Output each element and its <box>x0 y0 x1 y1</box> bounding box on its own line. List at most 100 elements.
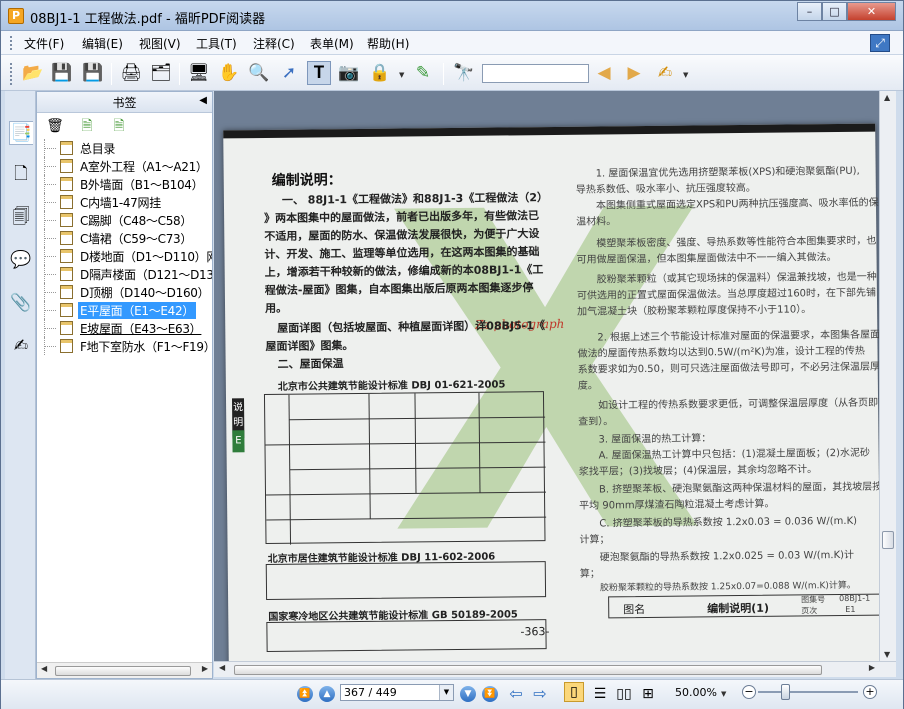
scroll-left-icon[interactable]: ◀ <box>219 663 225 672</box>
scroll-right-icon[interactable]: ▶ <box>869 663 875 672</box>
last-page-icon[interactable]: ⏬ <box>482 686 498 702</box>
sign-icon[interactable]: ✎ <box>411 61 435 85</box>
zoom-tool-icon[interactable]: 🔍 <box>247 61 271 85</box>
open-icon[interactable]: 📂 <box>21 61 45 85</box>
forward-view-icon[interactable]: ⇨ <box>528 682 552 706</box>
tree-line <box>44 175 56 193</box>
single-page-icon[interactable]: ▯ <box>564 682 584 702</box>
bookmark-label: E坡屋面（E43～E63） <box>80 322 202 336</box>
page-number-input[interactable]: 367 / 449 ▼ <box>340 684 454 701</box>
scroll-up-icon[interactable]: ▲ <box>884 93 890 102</box>
search-input[interactable] <box>482 64 589 83</box>
minimize-button[interactable]: – <box>797 2 822 21</box>
zoom-slider[interactable] <box>758 691 858 693</box>
note-line: 做法的屋面传热系数均以达到0.5W/(m²K)为准，设计工程的传热 <box>577 345 865 360</box>
fullscreen-icon[interactable]: 🖥 <box>187 61 211 85</box>
find-icon[interactable]: 🔭 <box>452 61 476 85</box>
first-page-icon[interactable]: ⏫ <box>297 686 313 702</box>
tree-line <box>44 157 56 175</box>
menu-form[interactable]: 表单(M) <box>310 35 354 52</box>
highlight-icon[interactable]: ✍ <box>653 61 677 85</box>
collapse-panel-icon[interactable]: ◀ <box>199 95 207 106</box>
app-window: P 08BJ1-1 工程做法.pdf - 福昕PDF阅读器 – □ ✕ 文件(F… <box>0 0 904 709</box>
pages-tab-icon[interactable]: 🗋 <box>9 163 33 187</box>
page-dropdown-icon[interactable]: ▼ <box>439 685 453 700</box>
restore-layout-icon[interactable]: ⤢ <box>870 34 890 52</box>
note-line: 如设计工程的传热系数要求更低，可调整保温层厚度（从各页即可 <box>598 397 879 412</box>
add-child-bookmark-icon[interactable]: 🗎 <box>109 116 129 136</box>
bookmark-page-icon <box>60 195 73 209</box>
menu-help[interactable]: 帮助(H) <box>367 35 409 52</box>
bookmark-page-icon <box>60 213 73 227</box>
u-value-table-3 <box>266 619 547 653</box>
zoom-level[interactable]: 50.00% <box>675 686 717 699</box>
zoom-dropdown-icon[interactable]: ▼ <box>721 690 726 698</box>
document-hscroll[interactable]: ◀ ▶ <box>214 661 896 677</box>
zoom-out-icon[interactable]: − <box>742 685 756 699</box>
continuous-icon[interactable]: ☰ <box>588 682 612 706</box>
hand-tool-icon[interactable]: ✋ <box>217 61 241 85</box>
scroll-left-icon[interactable]: ◀ <box>41 664 47 673</box>
bookmark-tools: 🗑 🗎 🗎 <box>37 113 212 137</box>
next-page-icon[interactable]: ▼ <box>460 686 476 702</box>
bookmark-label: D楼地面（D1～D110）网 <box>80 250 212 264</box>
continuous-facing-icon[interactable]: ⊞ <box>636 682 660 706</box>
add-bookmark-icon[interactable]: 🗎 <box>77 116 97 136</box>
scroll-down-icon[interactable]: ▼ <box>884 650 890 659</box>
tree-line <box>44 211 56 229</box>
save-as-icon[interactable]: 💾 <box>81 61 105 85</box>
page-number-value: 367 / 449 <box>344 686 397 699</box>
scroll-right-icon[interactable]: ▶ <box>202 664 208 673</box>
print-icon[interactable]: 🖨 <box>119 61 143 85</box>
highlight-dropdown-icon[interactable]: ▼ <box>683 71 688 79</box>
attachments-tab-icon[interactable]: 📎 <box>9 291 33 315</box>
select-tool-icon[interactable]: ➚ <box>277 61 301 85</box>
snapshot-icon[interactable]: 📷 <box>337 61 361 85</box>
security-icon[interactable]: 🔒 <box>368 61 392 85</box>
menu-view[interactable]: 视图(V) <box>139 35 181 52</box>
text-select-icon[interactable]: 𝐓 <box>307 61 331 85</box>
document-vscroll[interactable]: ▲ ▼ <box>879 91 896 661</box>
bookmark-page-icon <box>60 267 73 281</box>
menu-comment[interactable]: 注释(C) <box>253 35 295 52</box>
body-line: 一、 88J1-1《工程做法》和88J1-3《工程做法（2） <box>281 191 549 207</box>
delete-bookmark-icon[interactable]: 🗑 <box>45 116 65 136</box>
body-line: 不适用，屋面的防水、保温做法发展很快，为便于广大设 <box>264 227 540 244</box>
bookmark-page-icon <box>60 249 73 263</box>
note-line: 硬泡聚氨酯的导热系数按 1.2x0.025 = 0.03 W/(m.K)计 <box>599 549 855 564</box>
note-line: C. 挤塑聚苯板的导热系数按 1.2x0.03 = 0.036 W/(m.K) <box>599 515 858 530</box>
restore-button[interactable]: □ <box>822 2 847 21</box>
menu-tools[interactable]: 工具(T) <box>196 35 237 52</box>
bookmark-header: 书签 ◀ <box>37 92 212 113</box>
bookmark-page-icon <box>60 321 73 335</box>
menu-grip[interactable] <box>10 36 13 50</box>
zoom-slider-thumb[interactable] <box>781 684 790 700</box>
close-button[interactable]: ✕ <box>847 2 896 21</box>
tree-line <box>44 337 56 355</box>
properties-icon[interactable]: 🗂 <box>149 61 173 85</box>
facing-icon[interactable]: ▯▯ <box>612 682 636 706</box>
back-view-icon[interactable]: ⇦ <box>504 682 528 706</box>
scroll-thumb[interactable] <box>55 666 191 676</box>
document-viewport[interactable]: Zz photograph 编制说明： 一、 88J1-1《工程做法》和88J1… <box>214 91 879 661</box>
note-line: 胶粉聚苯颗粒的导热系数按 1.25x0.07=0.088 W/(m.K)计算。 <box>599 580 856 594</box>
security-dropdown-icon[interactable]: ▼ <box>399 71 404 79</box>
bookmark-label: 总目录 <box>80 142 116 156</box>
bookmarks-tab-icon[interactable]: 📑 <box>9 121 33 145</box>
toolbar-grip[interactable] <box>10 63 13 85</box>
signatures-tab-icon[interactable]: ✍ <box>9 334 33 358</box>
scroll-thumb[interactable] <box>234 665 822 675</box>
next-result-icon[interactable]: ▶ <box>622 61 646 85</box>
prev-page-icon[interactable]: ▲ <box>319 686 335 702</box>
layers-tab-icon[interactable]: 🗐 <box>9 206 33 230</box>
prev-result-icon[interactable]: ◀ <box>592 61 616 85</box>
menu-edit[interactable]: 编辑(E) <box>82 35 123 52</box>
menu-file[interactable]: 文件(F) <box>24 35 64 52</box>
comments-tab-icon[interactable]: 💬 <box>9 248 33 272</box>
save-icon[interactable]: 💾 <box>50 61 74 85</box>
scroll-thumb[interactable] <box>882 531 894 549</box>
note-line: 3. 屋面保温的热工计算： <box>598 433 712 446</box>
title-bar: P 08BJ1-1 工程做法.pdf - 福昕PDF阅读器 – □ ✕ <box>1 1 903 31</box>
bookmark-hscroll[interactable]: ◀ ▶ <box>37 662 212 678</box>
zoom-in-icon[interactable]: + <box>863 685 877 699</box>
